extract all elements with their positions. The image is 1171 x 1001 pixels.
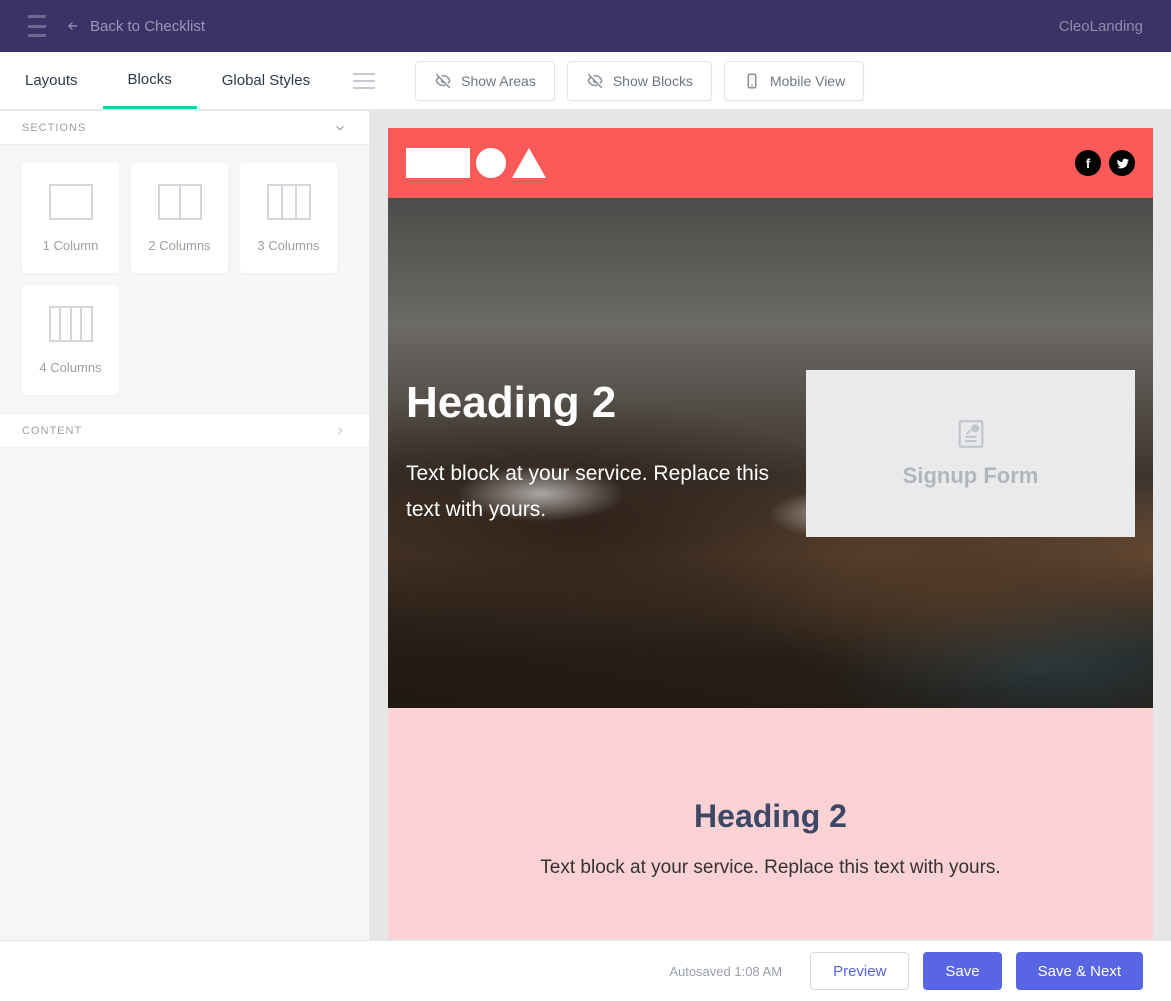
chevron-right-icon [333, 424, 347, 438]
column-preview-icon [267, 184, 311, 220]
back-label: Back to Checklist [90, 18, 205, 35]
content-accordion[interactable]: CONTENT [0, 413, 369, 448]
button-label: Show Blocks [613, 73, 693, 89]
landing-page-preview: f Heading 2 Text block at your service. … [388, 128, 1153, 939]
button-label: Preview [833, 963, 886, 980]
block-2-columns[interactable]: 2 Columns [131, 163, 228, 273]
section-heading: Heading 2 [418, 798, 1123, 835]
tab-label: Global Styles [222, 72, 310, 89]
button-label: Save [945, 963, 979, 980]
section-body-text: Text block at your service. Replace this… [418, 857, 1123, 879]
hero-section[interactable]: Heading 2 Text block at your service. Re… [388, 198, 1153, 708]
preview-button[interactable]: Preview [810, 952, 909, 990]
chevron-down-icon [333, 121, 347, 135]
block-1-column[interactable]: 1 Column [22, 163, 119, 273]
square-icon [406, 148, 470, 178]
column-preview-icon [158, 184, 202, 220]
app-header: Back to Checklist CleoLanding [0, 0, 1171, 52]
autosave-status: Autosaved 1:08 AM [669, 964, 782, 979]
tab-global-styles[interactable]: Global Styles [197, 52, 335, 109]
button-label: Show Areas [461, 73, 536, 89]
hero-body-text: Text block at your service. Replace this… [406, 456, 806, 527]
footer-actions: Autosaved 1:08 AM Preview Save Save & Ne… [0, 940, 1171, 1001]
canvas[interactable]: f Heading 2 Text block at your service. … [370, 110, 1171, 940]
brand-name: CleoLanding [1059, 18, 1143, 35]
signup-label: Signup Form [903, 463, 1039, 489]
show-areas-button[interactable]: Show Areas [415, 61, 555, 101]
page-header-bar[interactable]: f [388, 128, 1153, 198]
accordion-label: SECTIONS [22, 122, 86, 134]
show-blocks-button[interactable]: Show Blocks [567, 61, 712, 101]
block-label: 3 Columns [257, 238, 319, 253]
arrow-left-icon [66, 19, 80, 33]
column-preview-icon [49, 306, 93, 342]
twitter-bird-icon [1116, 157, 1129, 170]
save-button[interactable]: Save [923, 952, 1001, 990]
twitter-icon[interactable] [1109, 150, 1135, 176]
block-3-columns[interactable]: 3 Columns [240, 163, 337, 273]
app-logo-icon [28, 15, 48, 37]
tab-layouts[interactable]: Layouts [0, 52, 103, 109]
mobile-icon [743, 72, 761, 90]
column-blocks-grid: 1 Column 2 Columns 3 Columns 4 Columns [0, 145, 369, 413]
back-to-checklist-link[interactable]: Back to Checklist [66, 18, 205, 35]
column-preview-icon [49, 184, 93, 220]
hero-heading: Heading 2 [406, 378, 806, 428]
menu-icon[interactable] [353, 73, 375, 89]
toolbar: Layouts Blocks Global Styles Show Areas … [0, 52, 1171, 110]
block-label: 1 Column [43, 238, 99, 253]
facebook-icon[interactable]: f [1075, 150, 1101, 176]
editor-tabs: Layouts Blocks Global Styles [0, 52, 335, 109]
form-icon [954, 417, 988, 451]
tab-label: Layouts [25, 72, 78, 89]
save-and-next-button[interactable]: Save & Next [1016, 952, 1143, 990]
eye-off-icon [586, 72, 604, 90]
social-links: f [1075, 150, 1135, 176]
main-area: SECTIONS 1 Column 2 Columns 3 Columns 4 … [0, 110, 1171, 940]
tab-label: Blocks [128, 71, 172, 88]
mobile-view-button[interactable]: Mobile View [724, 61, 864, 101]
block-label: 2 Columns [148, 238, 210, 253]
hero-text-block[interactable]: Heading 2 Text block at your service. Re… [406, 378, 806, 527]
sections-accordion[interactable]: SECTIONS [0, 110, 369, 145]
sidebar: SECTIONS 1 Column 2 Columns 3 Columns 4 … [0, 110, 370, 940]
accordion-label: CONTENT [22, 425, 82, 437]
button-label: Save & Next [1038, 963, 1121, 980]
tab-blocks[interactable]: Blocks [103, 52, 197, 109]
circle-icon [476, 148, 506, 178]
button-label: Mobile View [770, 73, 845, 89]
signup-form-placeholder[interactable]: Signup Form [806, 370, 1135, 537]
eye-off-icon [434, 72, 452, 90]
block-4-columns[interactable]: 4 Columns [22, 285, 119, 395]
section-2[interactable]: Heading 2 Text block at your service. Re… [388, 708, 1153, 939]
triangle-icon [512, 148, 546, 178]
block-label: 4 Columns [39, 360, 101, 375]
page-logo [406, 148, 546, 178]
